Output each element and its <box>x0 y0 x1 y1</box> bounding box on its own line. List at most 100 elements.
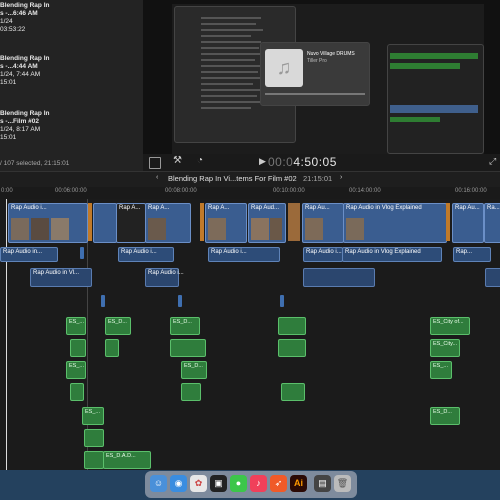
music-player-window: ♫ Nuvo Village DRUMS Tiller Pro <box>260 42 370 106</box>
transition-marker[interactable] <box>88 203 92 241</box>
ruler-tick: 00:16:00:00 <box>455 188 487 194</box>
finder-icon[interactable]: ☺ <box>150 475 167 492</box>
item-date: 1/24, 7:44 AM <box>0 71 41 78</box>
video-clip[interactable]: Rap A... <box>145 203 191 243</box>
back-chevron-icon[interactable]: ‹ <box>156 174 158 181</box>
sfx-clip[interactable] <box>281 383 305 401</box>
progress-bar[interactable] <box>265 93 365 95</box>
fcp-icon[interactable]: ▣ <box>210 475 227 492</box>
audio-clip[interactable] <box>303 268 375 287</box>
audio-clip[interactable]: Rap Audio i... <box>303 247 343 262</box>
item-subtitle: s -...4:44 AM <box>0 63 38 70</box>
audio-clip[interactable]: Rap Audio in Vl... <box>30 268 92 287</box>
item-title: Blending Rap In <box>0 110 50 117</box>
timeline: Rap Audio i... Rap A... Rap A... Rap A..… <box>0 199 500 470</box>
ruler-tick: 00:14:00:00 <box>349 188 381 194</box>
playhead[interactable] <box>6 199 7 470</box>
track-artist: Tiller Pro <box>307 58 327 64</box>
audio-snippet[interactable] <box>101 295 105 307</box>
sfx-clip[interactable]: ES_D... <box>105 317 131 335</box>
ruler-tick: 00:06:00:00 <box>55 188 87 194</box>
ruler-tick: 00:10:00:00 <box>273 188 305 194</box>
timecode-display: 00:04:50:05 <box>268 155 337 169</box>
music-note-icon: ♫ <box>265 49 303 87</box>
ruler-tick: 0:00 <box>1 188 13 194</box>
speed-icon[interactable]: ◔ <box>197 155 203 166</box>
item-date: 1/24, 8:17 AM <box>0 126 41 133</box>
browser-item[interactable]: Blending Rap In s -...Film #02 1/24, 8:1… <box>0 110 143 142</box>
music-icon[interactable]: ♪ <box>250 475 267 492</box>
video-clip[interactable] <box>93 203 117 243</box>
play-icon[interactable]: ▶ <box>259 156 266 167</box>
audio-clip[interactable]: Rap Audio i... <box>208 247 280 262</box>
illustrator-icon[interactable]: Ai <box>290 475 307 492</box>
sfx-clip[interactable] <box>70 383 84 401</box>
sfx-clip[interactable]: ES_... <box>66 317 86 335</box>
video-clip[interactable]: Rap A... <box>116 203 146 243</box>
project-title: Blending Rap In Vi...tems For Film #02 <box>168 174 297 183</box>
item-duration: 03:53:22 <box>0 26 26 33</box>
sfx-clip[interactable]: ES_... <box>82 407 104 425</box>
sfx-clip[interactable]: ES_D... <box>181 361 207 379</box>
sfx-clip[interactable] <box>105 339 119 357</box>
trash-icon[interactable]: 🗑 <box>334 475 351 492</box>
transition-marker[interactable] <box>200 203 204 241</box>
audio-clip[interactable]: Rap Audio in Vlog Explained <box>342 247 442 262</box>
fullscreen-icon[interactable]: ⤢ <box>489 156 496 167</box>
capture-icon[interactable]: ▤ <box>314 475 331 492</box>
audio-clip[interactable]: Rap Audio in... <box>0 247 58 262</box>
video-clip[interactable]: Rap Aud... <box>248 203 286 243</box>
transition-marker[interactable] <box>288 203 300 241</box>
item-subtitle: s -...Film #02 <box>0 118 40 125</box>
video-clip[interactable]: Ra... <box>484 203 500 243</box>
sfx-clip[interactable]: ES_D... <box>170 317 200 335</box>
audio-clip[interactable] <box>485 268 500 287</box>
browser-item[interactable]: Blending Rap In s -...6:46 AM 1/24 03:53… <box>0 2 143 34</box>
sfx-clip[interactable]: ES_... <box>66 361 86 379</box>
ruler-tick: 00:08:00:00 <box>165 188 197 194</box>
audio-clip[interactable]: Rap... <box>453 247 491 262</box>
sfx-clip[interactable]: ES_D... <box>430 407 460 425</box>
audio-clip[interactable]: Rap Audio i... <box>145 268 184 287</box>
video-clip[interactable]: Rap Audio in Vlog Explained <box>343 203 447 243</box>
sfx-clip[interactable]: ES_... <box>430 361 452 379</box>
sfx-clip[interactable] <box>84 451 104 469</box>
item-title: Blending Rap In <box>0 2 50 9</box>
browser-item[interactable]: Blending Rap In s -...4:44 AM 1/24, 7:44… <box>0 55 143 87</box>
sfx-clip[interactable] <box>278 317 306 335</box>
selection-status: / 107 selected, 21:15:01 <box>0 155 143 172</box>
safari-icon[interactable]: ◉ <box>170 475 187 492</box>
sfx-clip[interactable] <box>170 339 206 357</box>
timecode-value: 4:50:05 <box>293 155 337 169</box>
sfx-clip[interactable] <box>70 339 86 357</box>
browser-panel: Blending Rap In s -...6:46 AM 1/24 03:53… <box>0 0 143 155</box>
video-clip[interactable]: Rap Audio i... <box>8 203 88 243</box>
video-clip[interactable]: Rap A... <box>205 203 247 243</box>
audio-snippet[interactable] <box>178 295 182 307</box>
tools-icon[interactable]: ⚒ <box>173 155 182 166</box>
item-date: 1/24 <box>0 18 13 25</box>
sfx-clip[interactable]: ES_D.A.D... <box>103 451 151 469</box>
item-subtitle: s -...6:46 AM <box>0 10 38 17</box>
track-name: Nuvo Village DRUMS <box>307 51 355 57</box>
video-clip[interactable]: Rap Au... <box>452 203 484 243</box>
audio-clip[interactable]: Rap Audio i... <box>118 247 174 262</box>
sfx-clip[interactable]: ES_City of... <box>430 317 470 335</box>
item-duration: 15:01 <box>0 79 17 86</box>
sfx-clip[interactable] <box>181 383 201 401</box>
view-options-icon[interactable] <box>149 157 161 169</box>
audio-snippet[interactable] <box>280 295 284 307</box>
forward-chevron-icon[interactable]: › <box>340 174 342 181</box>
video-clip[interactable]: Rap Au... <box>302 203 344 243</box>
sfx-clip[interactable]: ES_City... <box>430 339 460 357</box>
sfx-clip[interactable] <box>84 429 104 447</box>
transition-marker[interactable] <box>446 203 450 241</box>
photos-icon[interactable]: ✿ <box>190 475 207 492</box>
audio-snippet[interactable] <box>80 247 84 259</box>
messages-icon[interactable]: ● <box>230 475 247 492</box>
item-title: Blending Rap In <box>0 55 50 62</box>
sfx-clip[interactable] <box>278 339 306 357</box>
viewer-screen: ♫ Nuvo Village DRUMS Tiller Pro <box>172 4 484 154</box>
swift-icon[interactable]: ➶ <box>270 475 287 492</box>
fcp-window <box>387 44 484 154</box>
